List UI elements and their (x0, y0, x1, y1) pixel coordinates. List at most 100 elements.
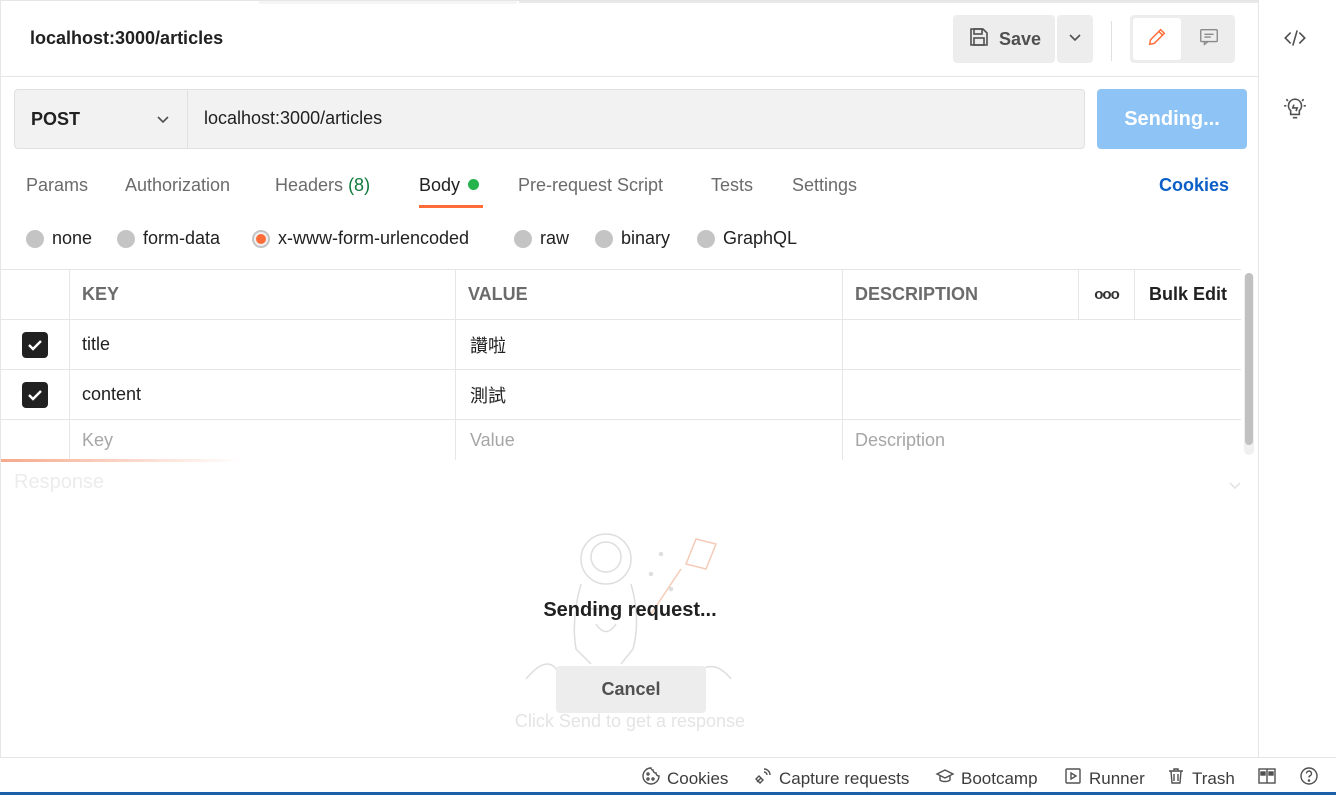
chevron-down-icon (1067, 29, 1083, 50)
column-header-description: DESCRIPTION (843, 270, 1079, 319)
play-icon (1063, 766, 1083, 791)
row-value[interactable]: 測試 (456, 370, 843, 419)
comment-mode-button[interactable] (1185, 18, 1233, 60)
divider (1111, 21, 1112, 61)
column-header-value: VALUE (456, 270, 843, 319)
new-value-input[interactable]: Value (456, 420, 843, 460)
headers-count: (8) (348, 175, 371, 195)
row-description[interactable] (843, 370, 1241, 419)
params-table: KEY VALUE DESCRIPTION ooo Bulk Edit titl… (1, 269, 1241, 460)
statusbar-label: Bootcamp (961, 768, 1038, 788)
radio-none[interactable]: none (26, 228, 92, 249)
code-icon[interactable] (1281, 24, 1309, 52)
row-checkbox[interactable] (22, 331, 48, 358)
graduation-cap-icon (935, 766, 955, 791)
satellite-icon (753, 766, 773, 791)
send-button[interactable]: Sending... (1097, 89, 1247, 149)
row-key[interactable]: content (70, 370, 456, 419)
right-sidebar (1258, 0, 1336, 757)
tab-headers[interactable]: Headers (8) (275, 175, 370, 196)
cookies-link[interactable]: Cookies (1159, 175, 1229, 196)
radio-circle-selected (252, 229, 270, 248)
row-key[interactable]: title (70, 320, 456, 369)
radio-label: raw (540, 228, 570, 248)
radio-circle (697, 229, 715, 248)
cookie-icon (641, 766, 661, 791)
bulk-edit-button[interactable]: Bulk Edit (1135, 270, 1241, 319)
row-value[interactable]: 讚啦 (456, 320, 843, 369)
help-icon[interactable] (1299, 766, 1319, 786)
loading-progress-bar (1, 459, 241, 462)
check-icon (28, 339, 42, 351)
statusbar-capture-requests[interactable]: Capture requests (753, 766, 909, 791)
tab-authorization[interactable]: Authorization (125, 175, 230, 196)
statusbar-label: Trash (1192, 768, 1235, 788)
statusbar-trash[interactable]: Trash (1166, 766, 1235, 791)
radio-form-data[interactable]: form-data (117, 228, 220, 249)
save-icon (967, 25, 991, 54)
radio-circle (514, 229, 532, 248)
mode-toggle (1130, 15, 1235, 63)
tab-label: Body (419, 175, 461, 195)
new-key-input[interactable]: Key (70, 420, 456, 460)
cancel-button[interactable]: Cancel (556, 666, 706, 713)
method-select[interactable]: POST (15, 90, 188, 148)
more-options-button[interactable]: ooo (1079, 270, 1135, 319)
save-button[interactable]: Save (953, 15, 1055, 63)
radio-label: GraphQL (723, 228, 798, 248)
row-checkbox-cell (1, 320, 70, 369)
tab-label: Params (26, 175, 89, 195)
table-scrollbar-thumb[interactable] (1245, 273, 1253, 445)
tab-settings[interactable]: Settings (792, 175, 857, 196)
save-options-button[interactable] (1057, 15, 1093, 63)
request-title[interactable]: localhost:3000/articles (30, 28, 223, 49)
tab-pre-request-script[interactable]: Pre-request Script (518, 175, 663, 196)
radio-label: binary (621, 228, 671, 248)
radio-label: x-www-form-urlencoded (278, 228, 470, 248)
chevron-down-icon (155, 111, 171, 132)
tab-label: Pre-request Script (518, 175, 664, 195)
radio-graphql[interactable]: GraphQL (697, 228, 797, 249)
save-label: Save (999, 28, 1042, 49)
response-hint: Click Send to get a response (514, 711, 746, 731)
statusbar-runner[interactable]: Runner (1063, 766, 1145, 791)
radio-raw[interactable]: raw (514, 228, 569, 249)
radio-circle (117, 229, 135, 248)
tab-label: Authorization (125, 175, 231, 195)
lightbulb-icon[interactable] (1281, 95, 1309, 123)
table-row: content 測試 (1, 370, 1241, 420)
table-new-row: Key Value Description (1, 420, 1241, 460)
radio-x-www-form-urlencoded[interactable]: x-www-form-urlencoded (252, 228, 469, 249)
table-header-row: KEY VALUE DESCRIPTION ooo Bulk Edit (1, 270, 1241, 320)
active-tab-underline (419, 205, 483, 208)
radio-binary[interactable]: binary (595, 228, 670, 249)
column-header-key: KEY (70, 270, 456, 319)
statusbar-label: Cookies (667, 768, 729, 788)
comment-icon (1198, 26, 1220, 53)
tab-label: Settings (792, 175, 858, 195)
method-label: POST (31, 108, 81, 129)
row-checkbox[interactable] (22, 381, 48, 408)
table-row: title 讚啦 (1, 320, 1241, 370)
statusbar-cookies[interactable]: Cookies (641, 766, 728, 791)
response-label: Response (14, 471, 105, 493)
url-input[interactable]: localhost:3000/articles (204, 108, 382, 129)
edit-mode-button[interactable] (1133, 18, 1181, 60)
tab-params[interactable]: Params (26, 175, 88, 196)
radio-circle (595, 229, 613, 248)
new-description-input[interactable]: Description (843, 420, 1241, 460)
tab-label: Headers (275, 175, 344, 195)
row-description[interactable] (843, 320, 1241, 369)
tab-label: Tests (711, 175, 754, 195)
sending-status-text: Sending request... (543, 599, 717, 621)
tab-tests[interactable]: Tests (711, 175, 753, 196)
trash-icon (1166, 766, 1186, 791)
radio-circle (26, 229, 44, 248)
two-pane-view-icon[interactable] (1257, 766, 1277, 786)
statusbar-bootcamp[interactable]: Bootcamp (935, 766, 1038, 791)
row-checkbox-cell (1, 370, 70, 419)
tab-body[interactable]: Body (419, 175, 480, 196)
statusbar-label: Runner (1089, 768, 1145, 788)
check-icon (28, 389, 42, 401)
body-mode-options: none form-data x-www-form-urlencoded raw… (1, 225, 1259, 253)
